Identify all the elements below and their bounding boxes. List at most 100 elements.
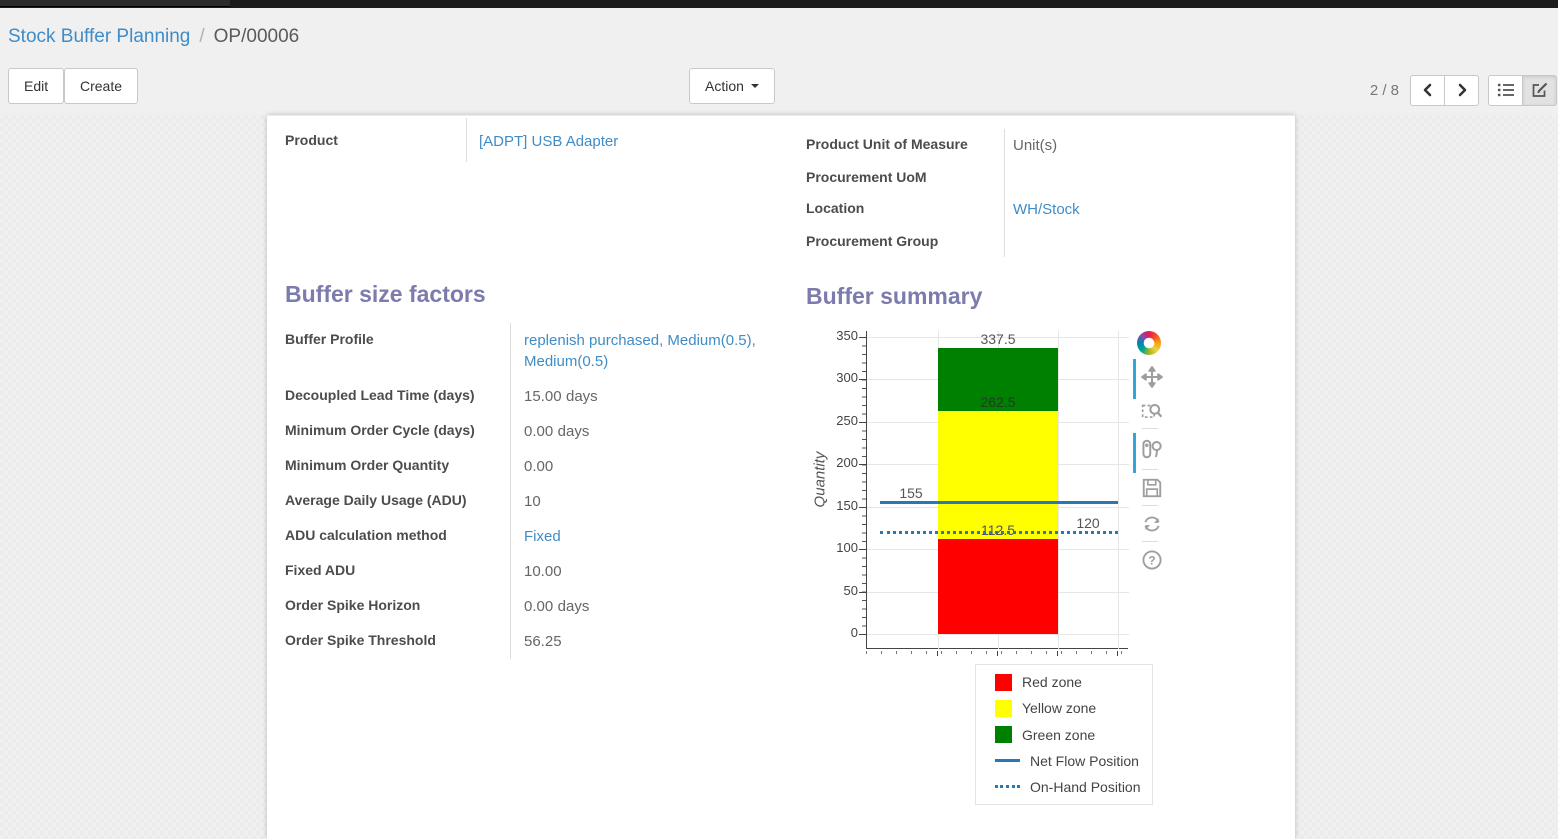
pan-icon	[1141, 366, 1163, 388]
field-number: 0.00	[524, 423, 553, 440]
moc-label: Minimum Order Cycle (days)	[285, 414, 510, 449]
chart-legend: Red zoneYellow zoneGreen zoneNet Flow Po…	[975, 664, 1153, 805]
buffer-summary-chart: Quantity 050100150200250300350 337.5262.…	[806, 311, 1295, 839]
pager-next-button[interactable]	[1444, 75, 1479, 106]
adu-method-link[interactable]: Fixed	[524, 528, 561, 545]
pager-value: 2 / 8	[1370, 82, 1399, 99]
buffer-profile-value: replenish purchased, Medium(0.5), Medium…	[510, 323, 767, 379]
top-menubar	[0, 0, 1558, 8]
y-tick-mark	[859, 549, 866, 550]
location-field-value: WH/Stock	[1004, 193, 1291, 226]
y-tick-mark	[859, 422, 866, 423]
active-tool-indicator	[1133, 433, 1136, 473]
form-field-row: Average Daily Usage (ADU) 10	[285, 484, 767, 519]
pager-previous-button[interactable]	[1410, 75, 1445, 106]
box-zoom-tool-button[interactable]	[1141, 400, 1163, 422]
y-tick-label: 100	[806, 540, 858, 555]
field-suffix: days	[566, 388, 598, 405]
zone-boundary-label: 112.5	[938, 522, 1058, 538]
legend-swatch	[995, 726, 1012, 743]
legend-swatch	[995, 759, 1020, 762]
product-field-label: Product	[285, 118, 466, 162]
buffer-profile-label: Buffer Profile	[285, 323, 510, 379]
caret-down-icon	[751, 84, 759, 88]
toolbar-separator	[1142, 541, 1158, 542]
form-view-button[interactable]	[1522, 75, 1557, 106]
hover-icon	[1141, 438, 1163, 460]
y-tick-mark	[859, 464, 866, 465]
x-tick-mark	[1117, 651, 1118, 656]
spike-threshold-label: Order Spike Threshold	[285, 624, 510, 659]
content-background: Product [ADPT] USB Adapter Product Unit …	[0, 115, 1558, 839]
edit-button[interactable]: Edit	[8, 68, 64, 104]
chevron-left-icon	[1421, 82, 1435, 98]
help-tool-button[interactable]: ?	[1141, 549, 1163, 571]
field-suffix: days	[558, 423, 590, 440]
pager-nav	[1410, 75, 1479, 106]
procurement-group-field-label: Procurement Group	[806, 226, 1004, 257]
field-number: 56.25	[524, 633, 562, 650]
product-link[interactable]: [ADPT] USB Adapter	[479, 133, 618, 150]
legend-label: On-Hand Position	[1030, 779, 1141, 795]
reset-tool-button[interactable]	[1141, 513, 1163, 535]
spike-horizon-label: Order Spike Horizon	[285, 589, 510, 624]
line-value-label: 155	[880, 485, 942, 501]
adu-value: 10	[510, 484, 767, 519]
spike-threshold-value: 56.25	[510, 624, 767, 659]
buffer-profile-link[interactable]: replenish purchased, Medium(0.5), Medium…	[524, 332, 756, 370]
moq-label: Minimum Order Quantity	[285, 449, 510, 484]
form-field-row: Order Spike Threshold 56.25	[285, 624, 767, 659]
field-number: 10	[524, 493, 541, 510]
form-field-row: Product [ADPT] USB Adapter	[285, 118, 785, 162]
location-link[interactable]: WH/Stock	[1013, 201, 1080, 218]
create-button[interactable]: Create	[64, 68, 138, 104]
moq-value: 0.00	[510, 449, 767, 484]
plot-area[interactable]: 337.5 262.5 112.5 155 120	[866, 331, 1128, 649]
form-field-row: Minimum Order Quantity 0.00	[285, 449, 767, 484]
list-view-button[interactable]	[1488, 75, 1523, 106]
y-tick-mark	[859, 592, 866, 593]
svg-text:?: ?	[1148, 553, 1155, 567]
spike-horizon-value: 0.00 days	[510, 589, 767, 624]
x-gridline	[1118, 331, 1119, 649]
toolbar-separator	[1142, 428, 1158, 429]
hover-tool-button[interactable]	[1141, 438, 1163, 460]
control-bar: Edit Create Action 2 / 8	[0, 65, 1558, 115]
bokeh-logo-icon[interactable]	[1137, 331, 1161, 355]
form-field-row: Procurement Group	[806, 226, 1291, 257]
pager: 2 / 8	[1370, 65, 1557, 115]
y-tick-mark	[859, 634, 866, 635]
x-gridline	[1058, 331, 1059, 649]
box-zoom-icon	[1141, 400, 1163, 422]
zone-boundary-label: 337.5	[938, 331, 1058, 347]
buffer-summary-title: Buffer summary	[806, 283, 982, 310]
action-dropdown-button[interactable]: Action	[689, 68, 775, 104]
legend-label: Green zone	[1022, 727, 1095, 743]
y-tick-label: 50	[806, 583, 858, 598]
y-tick-label: 350	[806, 328, 858, 343]
form-view-icon	[1531, 82, 1549, 98]
buffer-size-factors-title: Buffer size factors	[285, 281, 486, 308]
field-number: 10.00	[524, 563, 562, 580]
zone-boundary-label: 262.5	[938, 394, 1058, 410]
dlt-label: Decoupled Lead Time (days)	[285, 379, 510, 414]
chart-toolbar: ?	[1133, 331, 1175, 591]
form-field-row: ADU calculation method Fixed	[285, 519, 767, 554]
top-menubar-active-segment	[0, 0, 230, 7]
form-field-row: Minimum Order Cycle (days) 0.00 days	[285, 414, 767, 449]
line-value-label: 120	[1058, 515, 1118, 531]
save-tool-button[interactable]	[1141, 477, 1163, 499]
x-tick-mark	[937, 651, 938, 656]
legend-item: Yellow zone	[976, 695, 1152, 721]
breadcrumb-separator: /	[199, 26, 204, 48]
breadcrumb: Stock Buffer Planning / OP/00006	[0, 8, 1558, 65]
y-tick-label: 0	[806, 625, 858, 640]
view-switcher	[1488, 75, 1557, 106]
active-tool-indicator	[1133, 359, 1136, 399]
reset-icon	[1141, 513, 1163, 535]
breadcrumb-parent-link[interactable]: Stock Buffer Planning	[8, 26, 190, 48]
pan-tool-button[interactable]	[1141, 366, 1163, 388]
y-tick-mark	[859, 337, 866, 338]
legend-item: Red zone	[976, 669, 1152, 695]
legend-item: On-Hand Position	[976, 774, 1152, 800]
